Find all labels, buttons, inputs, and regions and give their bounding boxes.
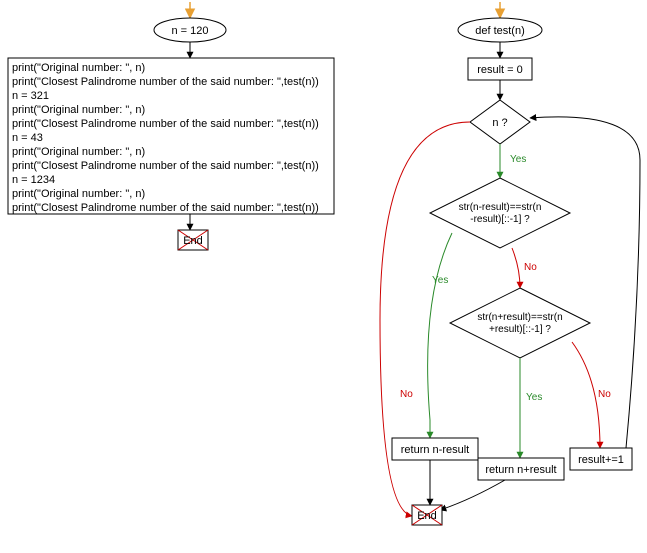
right-ret1-label: return n-result: [401, 444, 469, 456]
right-cond2-label-b: +result)[::-1] ?: [489, 324, 551, 335]
right-cond1-label-b: -result)[::-1] ?: [470, 214, 530, 225]
code-line: print("Original number: ", n): [12, 62, 145, 74]
left-end-label: End: [183, 235, 203, 247]
label-no-1: No: [400, 389, 413, 400]
right-ret2-label: return n+result: [485, 464, 556, 476]
code-line: print("Original number: ", n): [12, 188, 145, 200]
code-line: print("Closest Palindrome number of the …: [12, 202, 319, 214]
code-line: n = 43: [12, 132, 43, 144]
right-init-label: result = 0: [477, 64, 523, 76]
label-no-3: No: [598, 389, 611, 400]
right-end-label: End: [417, 510, 437, 522]
right-end-node: End: [412, 505, 442, 525]
right-cond1-label-a: str(n-result)==str(n: [459, 202, 542, 213]
right-inc-label: result+=1: [578, 454, 624, 466]
right-cond2-label-a: str(n+result)==str(n: [477, 312, 562, 323]
edge-cond2-no: [572, 342, 600, 448]
code-line: print("Original number: ", n): [12, 104, 145, 116]
label-yes-2: Yes: [432, 275, 448, 286]
code-line: print("Closest Palindrome number of the …: [12, 118, 319, 130]
edge-ret2-end: [440, 480, 505, 510]
code-line: n = 321: [12, 90, 49, 102]
code-line: n = 1234: [12, 174, 55, 186]
right-cond2-node: [450, 288, 590, 358]
code-line: print("Original number: ", n): [12, 146, 145, 158]
label-yes-3: Yes: [526, 392, 542, 403]
flowchart-canvas: n = 120 print("Original number: ", n) pr…: [0, 0, 647, 553]
edge-inc-loop: [530, 117, 640, 448]
right-cond1-node: [430, 178, 570, 248]
code-line: print("Closest Palindrome number of the …: [12, 76, 319, 88]
label-yes-1: Yes: [510, 154, 526, 165]
edge-cond1-no: [512, 248, 520, 288]
code-line: print("Closest Palindrome number of the …: [12, 160, 319, 172]
right-loop-cond-label: n ?: [492, 117, 507, 129]
left-end-node: End: [178, 230, 208, 250]
label-no-2: No: [524, 262, 537, 273]
right-def-label: def test(n): [475, 25, 525, 37]
edge-cond1-yes: [428, 233, 452, 438]
left-start-label: n = 120: [171, 25, 208, 37]
